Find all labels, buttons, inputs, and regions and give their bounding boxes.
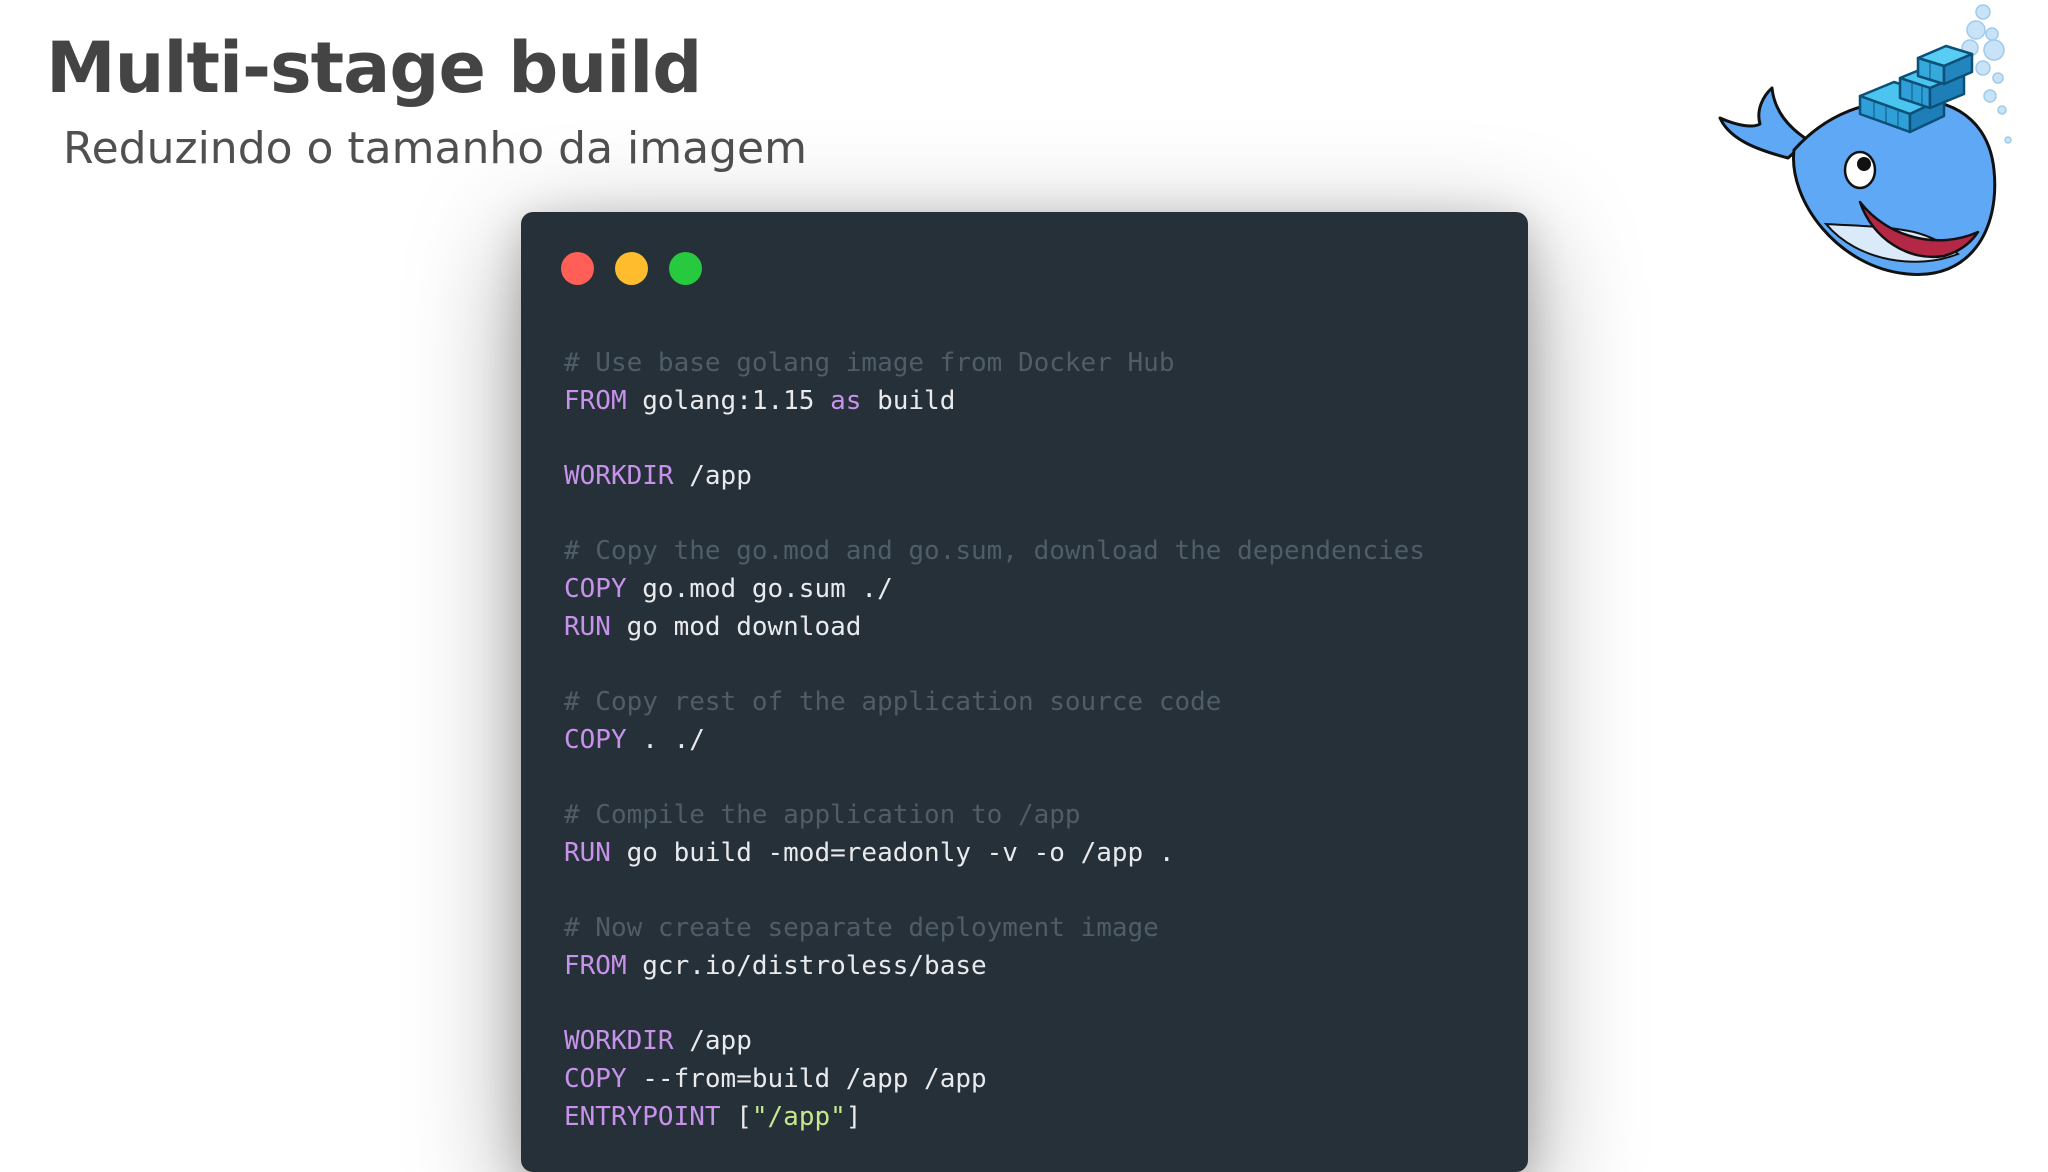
code-token-keyword: FROM [564,951,627,981]
slide-subtitle: Reduzindo o tamanho da imagem [63,123,807,174]
code-token-keyword: WORKDIR [564,1026,674,1057]
minimize-dot [615,252,648,285]
code-token-keyword: COPY [564,1064,627,1095]
code-line: RUN go build -mod=readonly -v -o /app . [564,835,1425,873]
code-window: # Use base golang image from Docker Hub F… [521,212,1528,1172]
code-line: COPY go.mod go.sum ./ [564,571,1425,609]
code-token-text: go build -mod=readonly -v -o /app . [610,837,1175,868]
code-token-comment: # Now create separate deployment image [564,913,1159,944]
code-token-text: go mod download [610,611,862,642]
code-token-text: [ [720,1101,752,1132]
code-token-text: build [861,385,956,416]
code-token-text: /app [673,461,752,492]
code-token-comment: # Copy rest of the application source co… [564,687,1222,718]
code-line: ENTRYPOINT ["/app"] [564,1099,1425,1137]
code-token-keyword: FROM [564,385,627,416]
code-line: WORKDIR /app [564,1023,1425,1061]
code-token-text: ] [845,1101,862,1132]
maximize-dot [669,252,702,285]
code-token-keyword: COPY [564,574,627,605]
dockerfile-code: # Use base golang image from Docker Hub F… [564,345,1425,1136]
slide-title: Multi-stage build [46,27,702,109]
code-token-string: "/app" [751,1101,846,1132]
code-token-text: go.mod go.sum ./ [626,574,893,605]
code-line: # Copy the go.mod and go.sum, download t… [564,533,1425,571]
close-dot [561,252,594,285]
code-line: # Copy rest of the application source co… [564,684,1425,722]
code-line: # Compile the application to /app [564,797,1425,835]
code-line: WORKDIR /app [564,458,1425,496]
code-token-keyword: ENTRYPOINT [564,1101,721,1132]
code-token-text: /app [673,1026,752,1057]
code-token-keyword: as [830,385,862,416]
code-token-keyword: WORKDIR [564,461,674,492]
code-token-keyword: RUN [564,837,611,868]
code-line: # Now create separate deployment image [564,910,1425,948]
window-controls [561,252,702,285]
code-token-comment: # Use base golang image from Docker Hub [564,348,1175,378]
code-token-keyword: RUN [564,611,611,642]
code-line: # Use base golang image from Docker Hub [564,345,1425,383]
code-token-text: . ./ [626,724,705,755]
code-line: RUN go mod download [564,609,1425,647]
code-line: FROM gcr.io/distroless/base [564,948,1425,986]
code-token-text: gcr.io/distroless/base [626,951,987,981]
code-token-text: golang:1.15 [626,385,831,416]
code-line: COPY . ./ [564,722,1425,760]
code-line: FROM golang:1.15 as build [564,383,1425,421]
code-token-text: --from=build /app /app [626,1064,987,1095]
docker-whale-icon [1718,4,2012,276]
code-line: COPY --from=build /app /app [564,1061,1425,1099]
code-token-keyword: COPY [564,724,627,755]
code-token-comment: # Copy the go.mod and go.sum, download t… [564,536,1425,567]
code-token-comment: # Compile the application to /app [564,800,1081,831]
